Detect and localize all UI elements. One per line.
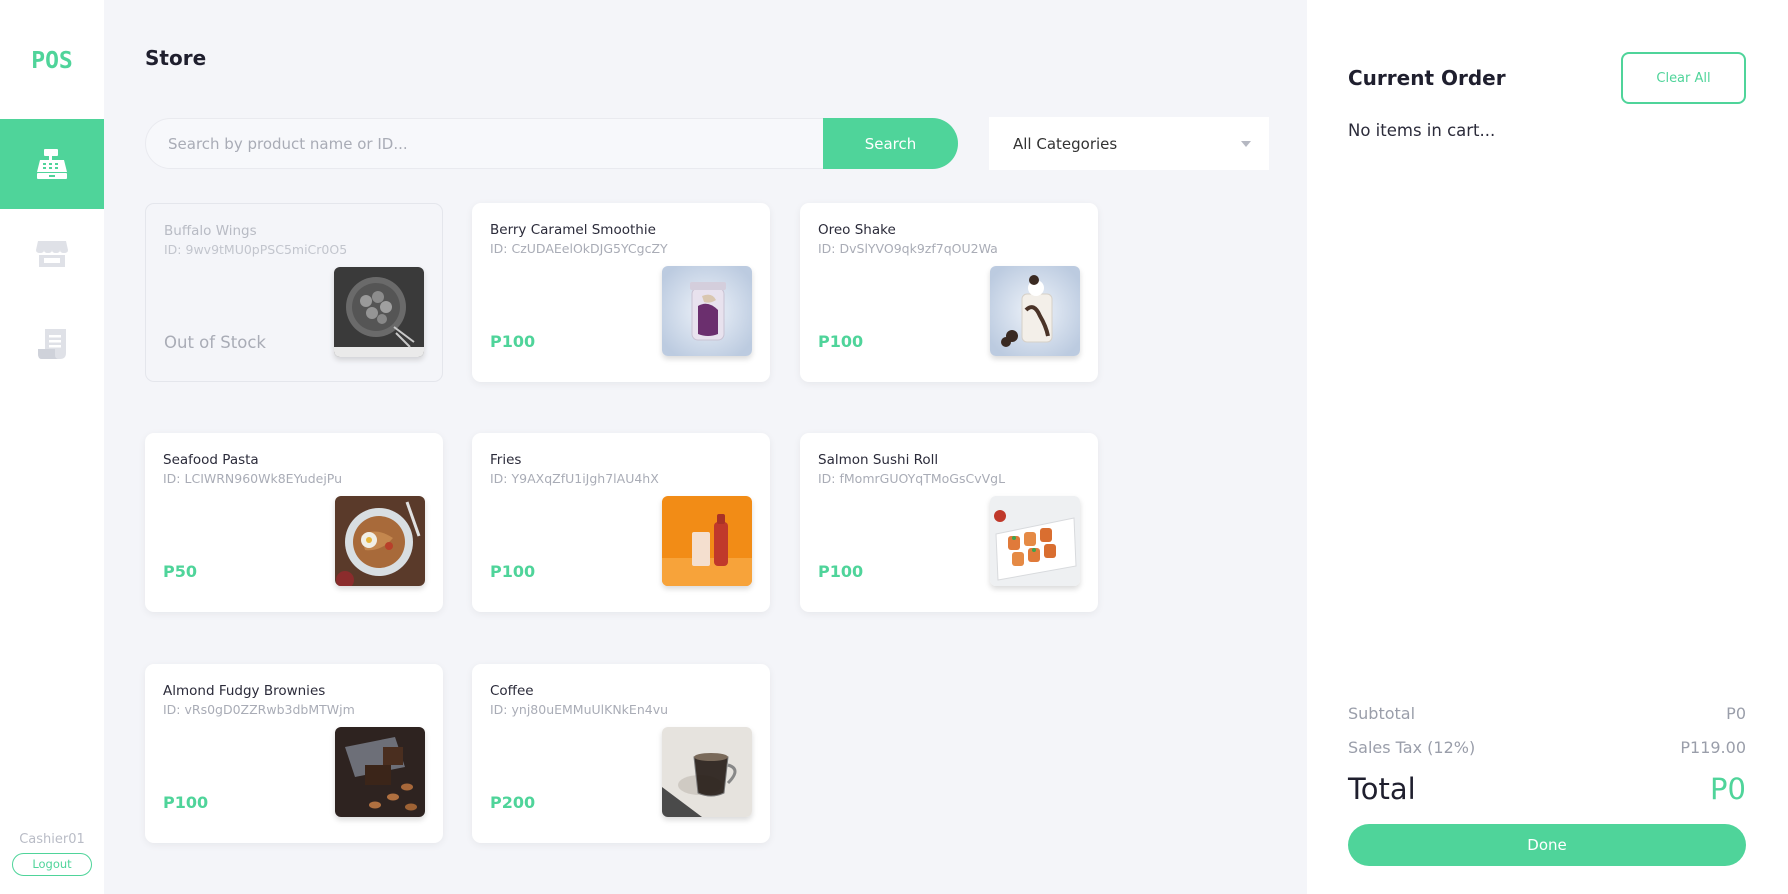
sidebar-item-store[interactable] bbox=[0, 209, 104, 299]
order-title: Current Order bbox=[1348, 66, 1506, 90]
product-image-seafood-pasta bbox=[335, 496, 425, 586]
stock-status: Out of Stock bbox=[164, 333, 266, 352]
user-box: Cashier01 Logout bbox=[0, 832, 104, 876]
product-name: Salmon Sushi Roll bbox=[818, 452, 939, 468]
product-price: P50 bbox=[163, 562, 197, 581]
product-image-buffalo-wings bbox=[334, 267, 424, 357]
product-card[interactable]: Salmon Sushi Roll ID: fMomrGUOYqTMoGsCvV… bbox=[800, 433, 1098, 612]
subtotal-row: Subtotal P0 bbox=[1348, 704, 1746, 723]
product-price: P100 bbox=[818, 562, 864, 581]
product-name: Coffee bbox=[490, 683, 534, 699]
clear-all-button[interactable]: Clear All bbox=[1621, 52, 1746, 104]
tax-label: Sales Tax (12%) bbox=[1348, 738, 1476, 757]
chevron-down-icon bbox=[1241, 141, 1251, 147]
receipt-icon bbox=[38, 329, 66, 359]
done-button[interactable]: Done bbox=[1348, 824, 1746, 866]
category-select[interactable]: All Categories bbox=[989, 117, 1269, 170]
app-logo: POS bbox=[31, 48, 73, 74]
sidebar: POS Cashier01 Logout bbox=[0, 0, 104, 894]
product-price: P100 bbox=[818, 332, 864, 351]
product-image-fries bbox=[662, 496, 752, 586]
product-card: Buffalo Wings ID: 9wv9tMU0pPSC5miCr0O5 O… bbox=[145, 203, 443, 382]
product-name: Fries bbox=[490, 452, 522, 468]
product-image-oreo-shake bbox=[990, 266, 1080, 356]
product-image-salmon-sushi bbox=[990, 496, 1080, 586]
cash-register-icon bbox=[37, 149, 67, 179]
category-select-value: All Categories bbox=[1013, 134, 1118, 153]
total-value: P0 bbox=[1710, 772, 1746, 806]
product-card[interactable]: Oreo Shake ID: DvSlYVO9qk9zf7qOU2Wa P100 bbox=[800, 203, 1098, 382]
sidebar-item-register[interactable] bbox=[0, 119, 104, 209]
product-id: ID: CzUDAEelOkDJG5YCgcZY bbox=[490, 241, 668, 256]
tax-value: P119.00 bbox=[1680, 738, 1746, 757]
product-name: Oreo Shake bbox=[818, 222, 896, 238]
product-name: Berry Caramel Smoothie bbox=[490, 222, 656, 238]
main-content: Store Search All Categories Buffalo Wing… bbox=[104, 0, 1307, 894]
product-id: ID: LCIWRN960Wk8EYudejPu bbox=[163, 471, 343, 486]
product-name: Almond Fudgy Brownies bbox=[163, 683, 326, 699]
product-id: ID: fMomrGUOYqTMoGsCvVgL bbox=[818, 471, 1006, 486]
user-name: Cashier01 bbox=[19, 832, 85, 847]
product-card[interactable]: Seafood Pasta ID: LCIWRN960Wk8EYudejPu P… bbox=[145, 433, 443, 612]
product-image-coffee bbox=[662, 727, 752, 817]
product-id: ID: ynj80uEMMuUlKNkEn4vu bbox=[490, 702, 669, 717]
search-input[interactable] bbox=[146, 119, 826, 168]
product-card[interactable]: Fries ID: Y9AXqZfU1iJgh7lAU4hX P100 bbox=[472, 433, 770, 612]
product-id: ID: DvSlYVO9qk9zf7qOU2Wa bbox=[818, 241, 998, 256]
product-card[interactable]: Coffee ID: ynj80uEMMuUlKNkEn4vu P200 bbox=[472, 664, 770, 843]
sidebar-item-receipts[interactable] bbox=[0, 299, 104, 389]
product-price: P100 bbox=[490, 332, 536, 351]
product-price: P200 bbox=[490, 793, 536, 812]
product-card[interactable]: Almond Fudgy Brownies ID: vRs0gD0ZZRwb3d… bbox=[145, 664, 443, 843]
product-id: ID: 9wv9tMU0pPSC5miCr0O5 bbox=[164, 242, 348, 257]
product-name: Seafood Pasta bbox=[163, 452, 259, 468]
product-card[interactable]: Berry Caramel Smoothie ID: CzUDAEelOkDJG… bbox=[472, 203, 770, 382]
page-title: Store bbox=[145, 46, 207, 70]
tax-row: Sales Tax (12%) P119.00 bbox=[1348, 738, 1746, 757]
product-price: P100 bbox=[163, 793, 209, 812]
total-label: Total bbox=[1348, 772, 1416, 806]
product-image-brownies bbox=[335, 727, 425, 817]
total-row: Total P0 bbox=[1348, 772, 1746, 806]
product-id: ID: Y9AXqZfU1iJgh7lAU4hX bbox=[490, 471, 659, 486]
empty-cart-message: No items in cart... bbox=[1348, 121, 1496, 140]
product-id: ID: vRs0gD0ZZRwb3dbMTWjm bbox=[163, 702, 355, 717]
product-name: Buffalo Wings bbox=[164, 223, 257, 239]
logout-button[interactable]: Logout bbox=[12, 853, 92, 876]
store-icon bbox=[36, 241, 68, 267]
product-image-berry-smoothie bbox=[662, 266, 752, 356]
subtotal-label: Subtotal bbox=[1348, 704, 1416, 723]
product-price: P100 bbox=[490, 562, 536, 581]
subtotal-value: P0 bbox=[1726, 704, 1746, 723]
order-panel: Current Order Clear All No items in cart… bbox=[1307, 0, 1788, 894]
search-button[interactable]: Search bbox=[823, 118, 958, 169]
search-bar: Search bbox=[145, 118, 958, 169]
